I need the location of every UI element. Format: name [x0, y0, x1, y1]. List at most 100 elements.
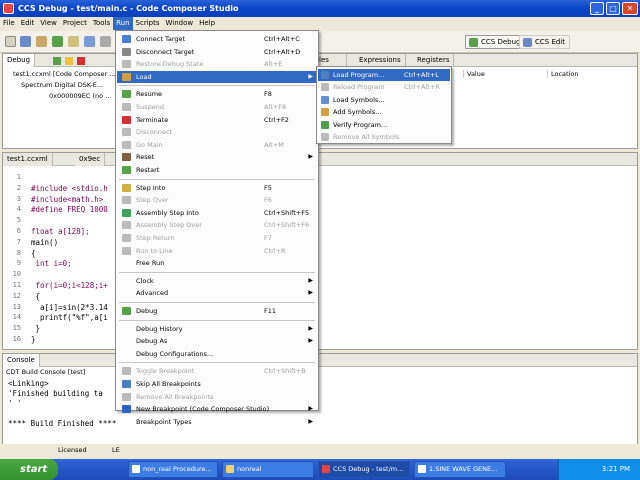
- load-item-label: Remove All Symbols: [333, 133, 400, 141]
- tool-icon[interactable]: [68, 36, 79, 47]
- menu-file[interactable]: File: [0, 17, 18, 30]
- menu-item-icon: [122, 234, 131, 242]
- tab-debug[interactable]: Debug: [3, 54, 36, 67]
- menu-separator: [119, 271, 315, 273]
- menu-window[interactable]: Window: [163, 17, 197, 30]
- run-menu-item-terminate[interactable]: Terminate Ctrl+F2: [117, 114, 317, 126]
- line-number: 13: [12, 302, 21, 311]
- load-item-reload-program[interactable]: Reload Program Ctrl+Alt+R: [318, 81, 450, 93]
- menu-item-icon: [122, 115, 131, 124]
- load-item-load-program[interactable]: Load Program... Ctrl+Alt+L: [318, 69, 450, 81]
- task-sine-wave[interactable]: 1.SINE WAVE GENE...: [414, 461, 506, 478]
- task-nonreal[interactable]: nonreal: [222, 461, 314, 478]
- run-menu-item-restore-debug-state[interactable]: Restore Debug State Alt+E: [117, 58, 317, 70]
- menu-view[interactable]: View: [37, 17, 60, 30]
- editor-panel: test1.ccxml 0x9ec 1 2 #include <stdio.h 3 #i…: [2, 152, 638, 350]
- load-submenu: Load Program... Ctrl+Alt+L Reload Program C…: [316, 66, 452, 144]
- tab-console-label: Console: [7, 356, 35, 364]
- tab-test1-ccxml[interactable]: test1.ccxml: [3, 153, 53, 166]
- run-menu-item-step-into[interactable]: Step Into F5: [117, 182, 317, 194]
- load-item-remove-all-symbols[interactable]: Remove All Symbols: [318, 131, 450, 143]
- load-item-load-symbols[interactable]: Load Symbols...: [318, 94, 450, 106]
- menu-item-icon: [122, 103, 131, 111]
- run-menu-item-debug-as[interactable]: Debug As ▶: [117, 335, 317, 347]
- run-menu-item-run-to-line[interactable]: Run to Line Ctrl+R: [117, 245, 317, 257]
- save-icon[interactable]: [20, 36, 31, 47]
- run-menu-item-go-main[interactable]: Go Main Alt+M: [117, 139, 317, 151]
- start-button[interactable]: start: [0, 459, 58, 480]
- minimize-button[interactable]: _: [590, 2, 604, 15]
- run-menu-item-step-over[interactable]: Step Over F6: [117, 194, 317, 206]
- run-menu-item-debug[interactable]: Debug F11: [117, 305, 317, 317]
- run-menu-item-remove-all-breakpoints[interactable]: Remove All Breakpoints: [117, 391, 317, 403]
- menu-item-shortcut: Alt+E: [264, 60, 283, 69]
- menu-item-icon: [122, 140, 131, 149]
- tab-console[interactable]: Console: [3, 354, 40, 367]
- tree-root[interactable]: test1.ccxml [Code Composer ...: [13, 70, 115, 78]
- perspective-ccs-debug[interactable]: CCS Debug: [465, 35, 526, 49]
- console-line: 'Finished building ta: [8, 389, 103, 398]
- run-menu-item-disconnect-target[interactable]: Disconnect Target Ctrl+Alt+D: [117, 46, 317, 58]
- menu-item-label: Skip All Breakpoints: [136, 380, 201, 388]
- column-value[interactable]: Value: [463, 70, 547, 78]
- task-ccs-debug[interactable]: CCS Debug - test/m...: [318, 461, 410, 478]
- run-menu-item-assembly-step-into[interactable]: Assembly Step Into Ctrl+Shift+F5: [117, 207, 317, 219]
- menu-item-shortcut: F7: [264, 234, 272, 242]
- run-menu-item-clock[interactable]: Clock ▶: [117, 275, 317, 287]
- run-menu-item-debug-configurations[interactable]: Debug Configurations...: [117, 348, 317, 360]
- menu-run[interactable]: Run: [113, 17, 133, 30]
- submenu-arrow-icon: ▶: [308, 337, 313, 345]
- menu-project[interactable]: Project: [60, 17, 90, 30]
- tree-frame[interactable]: 0x000009EC (no ...: [49, 92, 111, 100]
- run-menu-item-step-return[interactable]: Step Return F7: [117, 232, 317, 244]
- load-item-add-symbols[interactable]: Add Symbols...: [318, 106, 450, 118]
- run-menu-item-debug-history[interactable]: Debug History ▶: [117, 323, 317, 335]
- menu-scripts[interactable]: Scripts: [133, 17, 163, 30]
- run-menu-item-load[interactable]: Load ▶: [117, 70, 317, 83]
- run-menu-item-toggle-breakpoint[interactable]: Toggle Breakpoint Ctrl+Shift+B: [117, 365, 317, 377]
- target-icon[interactable]: [84, 36, 95, 47]
- menu-item-shortcut: Alt+F8: [264, 103, 287, 111]
- code-area[interactable]: 1 2 #include <stdio.h 3 #include<math.h> 4 #de…: [3, 167, 116, 349]
- menu-separator: [119, 362, 315, 364]
- run-menu-item-skip-all-breakpoints[interactable]: Skip All Breakpoints: [117, 378, 317, 390]
- close-button[interactable]: ✕: [622, 2, 638, 15]
- menu-tools[interactable]: Tools: [90, 17, 113, 30]
- load-item-verify-program[interactable]: Verify Program...: [318, 119, 450, 131]
- license-mode: LE: [112, 446, 120, 454]
- tab-0x9ec[interactable]: 0x9ec: [75, 153, 106, 166]
- menu-item-icon: [122, 47, 131, 56]
- line-number: 4: [16, 205, 21, 214]
- run-menu-item-suspend[interactable]: Suspend Alt+F8: [117, 101, 317, 113]
- run-menu-item-resume[interactable]: Resume F8: [117, 88, 317, 100]
- run-menu-item-breakpoint-types[interactable]: Breakpoint Types ▶: [117, 416, 317, 428]
- run-menu-item-assembly-step-over[interactable]: Assembly Step Over Ctrl+Shift+F6: [117, 219, 317, 231]
- menu-edit[interactable]: Edit: [18, 17, 38, 30]
- run-menu-item-advanced[interactable]: Advanced ▶: [117, 287, 317, 299]
- menu-separator: [119, 319, 315, 321]
- menu-help[interactable]: Help: [196, 17, 218, 30]
- terminate-icon[interactable]: [77, 57, 85, 65]
- column-location[interactable]: Location: [547, 70, 637, 78]
- new-icon[interactable]: [5, 36, 16, 47]
- load-item-shortcut: Ctrl+Alt+L: [404, 71, 439, 79]
- misc-icon[interactable]: [100, 36, 111, 47]
- console-line: ' ': [8, 399, 22, 408]
- resume-icon[interactable]: [53, 57, 61, 65]
- debug-icon[interactable]: [52, 36, 63, 47]
- build-icon[interactable]: [36, 36, 47, 47]
- tree-device[interactable]: Spectrum Digital DSK-E...: [21, 81, 103, 89]
- run-menu-item-restart[interactable]: Restart: [117, 164, 317, 176]
- task-non-real[interactable]: non_real Procedure...: [128, 461, 218, 478]
- menu-separator: [119, 85, 315, 87]
- perspective-ccs-edit[interactable]: CCS Edit: [519, 35, 570, 49]
- console-header: CDT Build Console [test]: [6, 368, 86, 376]
- run-menu-item-connect-target[interactable]: Connect Target Ctrl+Alt+C: [117, 33, 317, 45]
- run-menu-item-reset[interactable]: Reset ▶: [117, 151, 317, 163]
- run-menu-item-free-run[interactable]: Free Run: [117, 257, 317, 269]
- maximize-button[interactable]: □: [606, 2, 620, 15]
- run-menu-item-new-breakpoint-code-composer-studio[interactable]: New Breakpoint (Code Composer Studio) ▶: [117, 403, 317, 415]
- suspend-icon[interactable]: [65, 57, 73, 65]
- submenu-arrow-icon: ▶: [308, 276, 313, 284]
- run-menu-item-disconnect[interactable]: Disconnect: [117, 126, 317, 138]
